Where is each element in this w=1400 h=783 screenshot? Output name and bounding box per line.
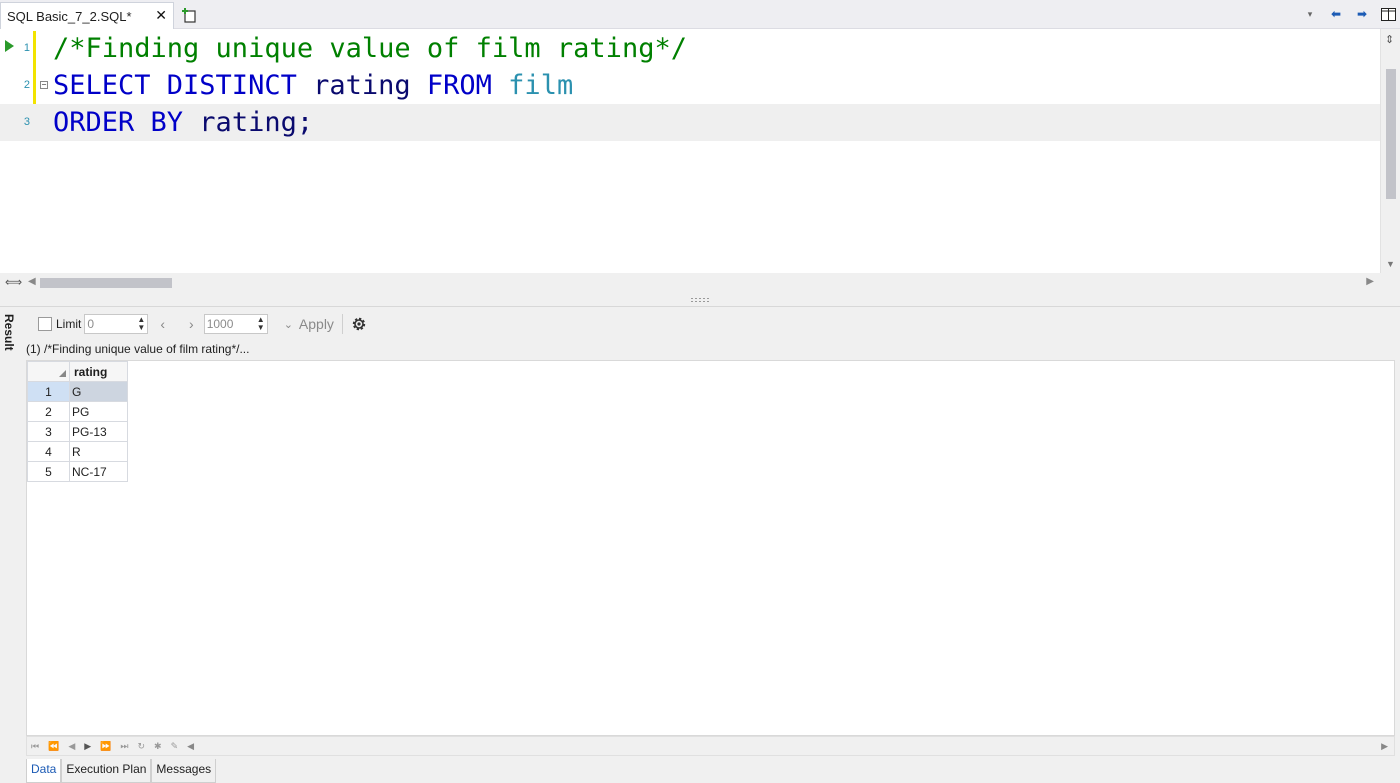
apply-label: Apply <box>298 316 334 332</box>
next-record-icon[interactable]: ▶ <box>84 741 91 752</box>
result-table: rating 1 G 2 PG 3 PG-13 4 R 5 NC-17 <box>27 361 128 482</box>
sql-identifier: rating; <box>183 107 314 138</box>
limit-label: Limit <box>56 317 82 331</box>
stepper-arrows-icon[interactable]: ▲ ▼ <box>257 316 265 332</box>
rating-cell[interactable]: PG-13 <box>69 421 128 442</box>
column-header-rating[interactable]: rating <box>69 361 128 382</box>
result-side-label: Result <box>2 314 16 351</box>
editor-horizontal-scrollbar[interactable]: ⟺ ◀ ▶ <box>0 273 1400 293</box>
sql-editor[interactable]: 1 /*Finding unique value of film rating*… <box>0 29 1400 273</box>
result-grid[interactable]: rating 1 G 2 PG 3 PG-13 4 R 5 NC-17 <box>26 360 1395 736</box>
result-toolbar: Limit 0 ▲ ▼ ‹ › 1000 ▲ ▼ ⌄ Apply <box>26 310 1396 338</box>
table-row[interactable]: 2 PG <box>27 401 128 422</box>
tab-execution-plan[interactable]: Execution Plan <box>61 759 152 783</box>
split-editor-icon[interactable]: ⇕ <box>1385 33 1394 46</box>
tab-data[interactable]: Data <box>26 759 62 783</box>
stepper-arrows-icon[interactable]: ▲ ▼ <box>137 316 145 332</box>
previous-page-icon[interactable]: ‹ <box>160 316 165 332</box>
split-view-icon[interactable] <box>1380 6 1396 22</box>
table-row[interactable]: 1G <box>27 381 128 402</box>
table-row[interactable]: 4R <box>27 441 128 462</box>
row-number[interactable]: 4 <box>27 441 70 462</box>
edit-record-icon[interactable]: ✎ <box>171 741 179 752</box>
document-tab-bar: SQL Basic_7_2.SQL* ✕ ▾ ⬅ ➡ <box>0 0 1400 29</box>
scroll-left-icon[interactable]: ◀ <box>187 741 194 752</box>
line-number: 1 <box>23 42 30 54</box>
previous-page-record-icon[interactable]: ⏪ <box>48 741 59 752</box>
sql-identifier: rating <box>296 70 427 101</box>
rating-cell[interactable]: PG <box>69 401 128 422</box>
sql-keyword: ORDER BY <box>53 107 184 138</box>
tab-title: SQL Basic_7_2.SQL* <box>7 8 132 24</box>
splitter-grip-icon[interactable] <box>690 297 710 302</box>
grid-navigation-bar: ⏮ ⏪ ◀ ▶ ⏩ ⏭ ↻ ✱ ✎ ◀ ▶ <box>26 736 1395 756</box>
fold-toggle-icon[interactable]: − <box>40 81 48 89</box>
table-row[interactable]: 5 NC-17 <box>27 461 128 482</box>
limit-checkbox[interactable] <box>38 317 52 331</box>
row-number[interactable]: 1 <box>27 381 70 402</box>
navigate-forward-icon[interactable]: ➡ <box>1354 6 1370 22</box>
sort-indicator-icon <box>59 370 66 377</box>
new-tab-icon[interactable] <box>180 6 198 24</box>
tab-messages[interactable]: Messages <box>151 759 217 783</box>
limit-offset-value: 0 <box>87 317 95 331</box>
add-record-icon[interactable]: ✱ <box>154 741 162 752</box>
query-caption: (1) /*Finding unique value of film ratin… <box>26 342 250 356</box>
editor-vertical-scrollbar[interactable]: ⇕ ▼ <box>1380 29 1400 273</box>
page-size-stepper[interactable]: 1000 ▲ ▼ <box>203 314 268 334</box>
sql-comment: /*Finding unique value of film rating*/ <box>53 33 687 64</box>
scroll-right-icon[interactable]: ▶ <box>1366 276 1374 287</box>
apply-button[interactable]: ⌄ Apply <box>284 316 334 332</box>
scroll-down-icon[interactable]: ▼ <box>1386 259 1395 269</box>
scroll-left-icon[interactable]: ◀ <box>28 276 36 287</box>
rating-cell[interactable]: R <box>69 441 128 462</box>
first-record-icon[interactable]: ⏮ <box>31 741 39 752</box>
scrollbar-thumb[interactable] <box>1386 69 1396 199</box>
result-side-tab[interactable]: Result <box>0 308 24 783</box>
previous-record-icon[interactable]: ◀ <box>68 741 75 752</box>
last-record-icon[interactable]: ⏭ <box>120 741 128 752</box>
row-number[interactable]: 3 <box>27 421 70 442</box>
sql-keyword: FROM <box>426 70 492 101</box>
scroll-right-icon[interactable]: ▶ <box>1381 741 1388 752</box>
rating-cell[interactable]: NC-17 <box>69 461 128 482</box>
chevron-down-icon: ⌄ <box>283 318 293 331</box>
refresh-icon[interactable]: ↻ <box>138 741 146 752</box>
gear-icon[interactable] <box>351 316 367 332</box>
next-page-icon[interactable]: › <box>189 316 194 332</box>
sql-keyword: SELECT DISTINCT <box>53 70 297 101</box>
toolbar-separator <box>341 314 343 334</box>
scrollbar-thumb[interactable] <box>40 278 172 288</box>
table-row[interactable]: 3 PG-13 <box>27 421 128 442</box>
tab-sql-basic[interactable]: SQL Basic_7_2.SQL* ✕ <box>0 2 174 29</box>
close-tab-icon[interactable]: ✕ <box>155 7 167 24</box>
rating-cell[interactable]: G <box>69 381 128 402</box>
line-number: 3 <box>23 116 30 128</box>
row-number[interactable]: 5 <box>27 461 70 482</box>
navigate-back-icon[interactable]: ⬅ <box>1328 6 1344 22</box>
page-size-value: 1000 <box>206 317 234 331</box>
editor-line-2[interactable]: 2 − SELECT DISTINCT rating FROM film <box>0 67 1380 104</box>
split-horizontal-icon[interactable]: ⟺ <box>5 275 22 289</box>
line-number: 2 <box>23 79 30 91</box>
limit-offset-stepper[interactable]: 0 ▲ ▼ <box>84 314 149 334</box>
select-all-corner[interactable] <box>27 361 70 382</box>
editor-line-1[interactable]: 1 /*Finding unique value of film rating*… <box>0 30 1380 67</box>
row-number[interactable]: 2 <box>27 401 70 422</box>
editor-line-3[interactable]: 3 ORDER BY rating; <box>0 104 1380 141</box>
next-page-record-icon[interactable]: ⏩ <box>100 741 111 752</box>
tab-list-dropdown-icon[interactable]: ▾ <box>1302 6 1318 22</box>
sql-table-name: film <box>491 70 574 101</box>
pane-splitter[interactable] <box>0 293 1400 307</box>
result-bottom-tabs: Data Execution Plan Messages <box>26 759 217 783</box>
